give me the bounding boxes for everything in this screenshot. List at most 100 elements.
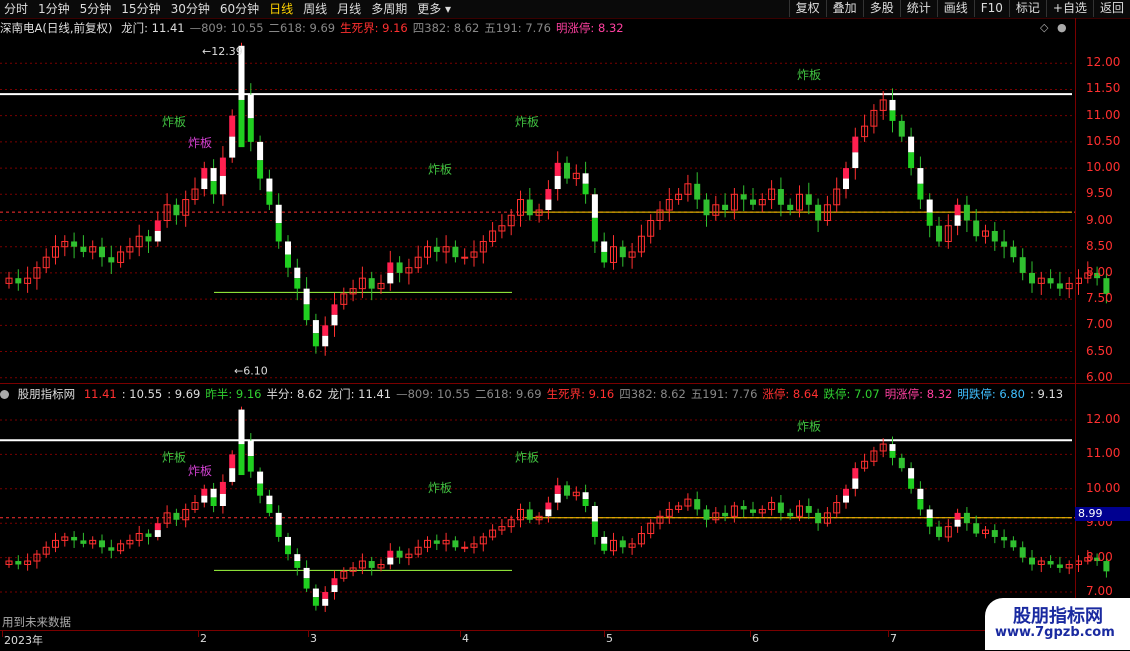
tool-button-6[interactable]: 标记	[1008, 0, 1046, 17]
diamond-icon[interactable]: ◇	[1040, 21, 1048, 34]
candle-body	[108, 257, 115, 263]
candle-body	[331, 585, 338, 592]
candle-body	[1029, 557, 1035, 565]
spike-body	[238, 444, 245, 476]
date-tick-3	[460, 631, 461, 637]
candle-body	[554, 493, 561, 503]
candle-body	[1056, 564, 1063, 568]
candle-body	[619, 246, 626, 258]
candle-body	[201, 168, 208, 179]
main-price-tick-8: 8.00	[1086, 264, 1113, 279]
candle-body	[275, 223, 282, 242]
candle-body	[247, 456, 254, 472]
tool-button-3[interactable]: 统计	[899, 0, 937, 17]
period-tab-9[interactable]: 多周期	[371, 1, 407, 17]
candle-body	[740, 506, 747, 510]
sub-panel-title[interactable]: 股朋指标网	[18, 387, 76, 401]
period-tab-6[interactable]: 日线	[269, 1, 293, 17]
period-tab-10[interactable]: 更多 ▾	[417, 1, 451, 17]
candle-body	[908, 136, 915, 153]
sub-indicator-12: 跌停: 7.07	[823, 387, 880, 401]
candle-body	[973, 523, 980, 534]
candle-body	[703, 509, 710, 520]
candle-body	[805, 194, 812, 205]
candle-body	[285, 545, 291, 555]
candle-body	[368, 561, 375, 568]
candle-body	[154, 230, 161, 242]
indicator-toggle-icon[interactable]	[0, 390, 9, 399]
candle-body	[294, 554, 301, 562]
period-tab-0[interactable]: 分时	[4, 1, 28, 17]
candle-body	[963, 204, 970, 221]
sub-info-line: 股朋指标网 11.41: 10.55: 9.69 昨半: 9.16 半分: 8.62…	[0, 386, 1073, 402]
candle-body	[368, 278, 375, 289]
main-candlestick-chart[interactable]: 炸板炸板炸板炸板炸板←12.39←6.10	[0, 36, 1130, 381]
date-label-1: 2	[200, 632, 207, 645]
candle-body	[815, 512, 822, 524]
candle-body	[694, 183, 701, 200]
candle-body	[898, 120, 905, 137]
candle-body	[908, 478, 915, 489]
candle-body	[908, 152, 915, 169]
candle-body	[991, 230, 998, 242]
candle-body	[843, 488, 849, 496]
main-price-tick-7: 8.50	[1086, 238, 1113, 253]
candle-body	[526, 509, 533, 520]
candle-body	[1010, 540, 1017, 548]
candle-body	[71, 241, 78, 247]
period-tab-3[interactable]: 15分钟	[121, 1, 160, 17]
period-tab-5[interactable]: 60分钟	[220, 1, 259, 17]
period-tab-4[interactable]: 30分钟	[171, 1, 210, 17]
date-tick-0	[2, 631, 3, 637]
stock-name[interactable]: 深南电A(日线,前复权)	[0, 21, 113, 35]
candle-body	[926, 212, 933, 226]
candle-body	[1056, 283, 1063, 289]
candle-body	[387, 272, 394, 284]
sub-indicator-5: 龙门: 11.41	[327, 387, 392, 401]
sub-candlestick-chart[interactable]: 炸板炸板炸板炸板炸板	[0, 402, 1130, 630]
candle-body	[257, 141, 264, 161]
tool-button-7[interactable]: +自选	[1045, 0, 1093, 17]
main-info-line: 深南电A(日线,前复权) 龙门: 11.41 —809: 10.55 二618: 9…	[0, 20, 634, 36]
zhaban-label-0: 炸板	[162, 450, 186, 464]
tool-button-5[interactable]: F10	[973, 0, 1009, 17]
main-indicator-2: 二618: 9.69	[268, 21, 336, 35]
zhaban-label-4: 炸板	[797, 419, 821, 433]
zhaban-label-2: 炸板	[428, 481, 452, 495]
candle-body	[936, 526, 942, 537]
settings-dot-icon[interactable]: ●	[1057, 21, 1067, 34]
tool-button-4[interactable]: 画线	[936, 0, 974, 17]
candle-body	[601, 251, 608, 263]
candle-body	[266, 178, 273, 192]
candle-body	[564, 162, 570, 179]
main-price-tick-6: 9.00	[1086, 212, 1113, 227]
candle-body	[461, 546, 469, 549]
sub-indicator-14: 明跌停: 6.80	[957, 387, 1025, 401]
candle-body	[898, 457, 905, 469]
tool-button-0[interactable]: 复权	[788, 0, 826, 17]
candle-body	[154, 530, 161, 537]
main-indicator-5: 五191: 7.76	[484, 21, 551, 35]
tool-button-2[interactable]: 多股	[862, 0, 900, 17]
watermark-logo: 股朋指标网 www.7gpzb.com	[985, 598, 1130, 650]
candle-body	[275, 524, 282, 537]
candle-body	[201, 488, 208, 496]
candle-body	[843, 495, 849, 503]
candle-body	[954, 519, 961, 527]
period-tab-2[interactable]: 5分钟	[80, 1, 112, 17]
candle-body	[303, 288, 310, 305]
candle-body	[582, 499, 589, 506]
date-tick-5	[750, 631, 751, 637]
tool-button-8[interactable]: 返回	[1092, 0, 1130, 17]
period-tab-1[interactable]: 1分钟	[38, 1, 70, 17]
candle-body	[275, 512, 282, 525]
candle-body	[173, 512, 180, 520]
candle-body	[815, 204, 822, 221]
period-tab-7[interactable]: 周线	[303, 1, 327, 17]
main-price-tick-11: 6.50	[1086, 343, 1113, 358]
tool-button-1[interactable]: 叠加	[825, 0, 863, 17]
period-tab-8[interactable]: 月线	[337, 1, 361, 17]
candle-body	[545, 502, 552, 510]
candle-body	[285, 536, 291, 546]
sub-indicator-4: 半分: 8.62	[266, 387, 323, 401]
